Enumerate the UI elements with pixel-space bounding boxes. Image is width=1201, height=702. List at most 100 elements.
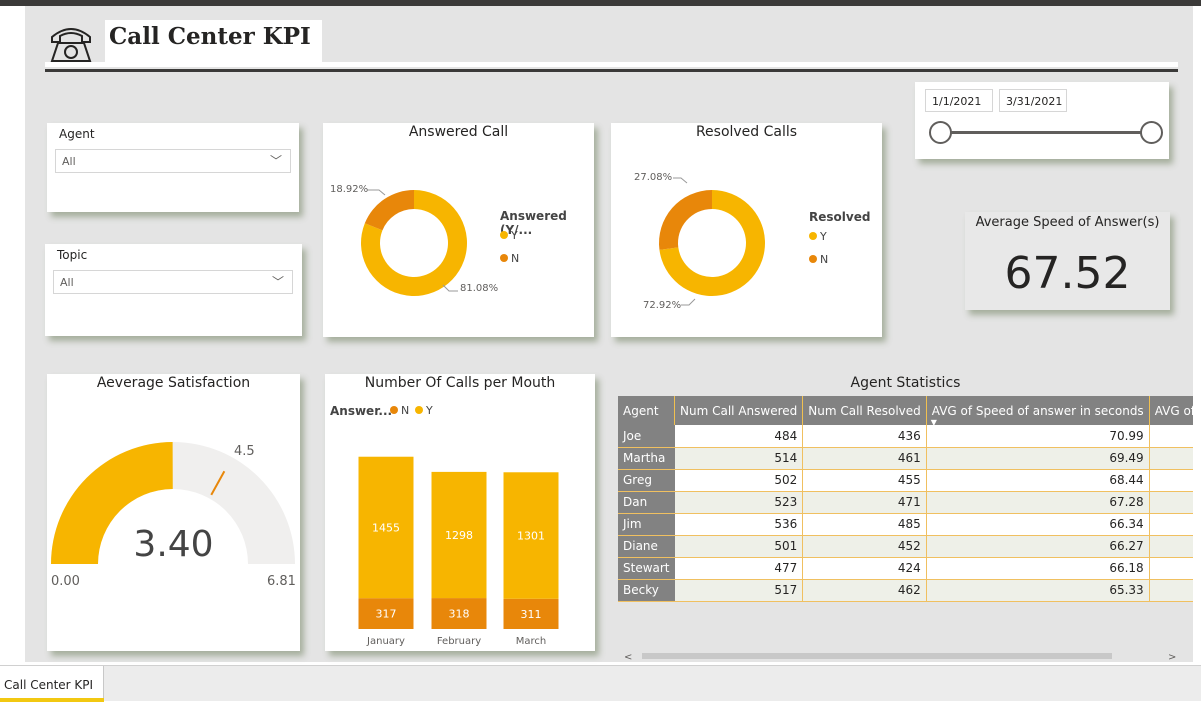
chevron-down-icon: ﹀ — [269, 154, 282, 168]
resolved-pct-y: 72.92% — [643, 300, 682, 311]
agent-dropdown[interactable]: All ﹀ — [55, 149, 291, 173]
bar-data-label-n: 317 — [376, 608, 397, 621]
table-cell: 471 — [802, 491, 927, 514]
agent-name-cell: Martha — [618, 447, 675, 470]
page-title: Call Center KPI — [109, 23, 311, 50]
table-cell: 501 — [674, 535, 804, 558]
table-cell: 517 — [674, 579, 804, 602]
header-rule-dark — [45, 69, 1178, 72]
agent-slicer-label: Agent — [59, 127, 95, 141]
agent-name-cell: Jim — [618, 513, 675, 536]
table-cell — [1149, 425, 1193, 448]
tab-call-center-kpi[interactable]: Call Center KPI — [0, 666, 104, 702]
date-slicer: 1/1/2021 3/31/2021 — [915, 82, 1169, 159]
tab-label: Call Center KPI — [4, 678, 94, 692]
column-header-satisfaction[interactable]: AVG of Satisfaction — [1149, 396, 1193, 425]
bar-data-label-y: 1298 — [445, 529, 473, 542]
table-row[interactable]: Greg 502 455 68.44 — [618, 469, 1193, 492]
answered-pct-n: 18.92% — [330, 184, 369, 195]
bar-data-label-n: 318 — [449, 608, 470, 621]
table-cell: 484 — [674, 425, 804, 448]
gauge-target-label: 4.5 — [234, 444, 255, 459]
answered-call-card: Answered Call 18.92% 81.08% Answered (Y/… — [323, 123, 594, 337]
resolved-legend-title: Resolved — [809, 210, 871, 224]
table-cell: 424 — [802, 557, 927, 580]
chevron-down-icon: ﹀ — [271, 275, 284, 289]
table-horizontal-scrollbar[interactable]: < > — [618, 650, 1185, 662]
x-tick-label: January — [366, 636, 405, 647]
agent-name-cell: Greg — [618, 469, 675, 492]
agent-slicer: Agent All ﹀ — [47, 123, 299, 212]
column-header-agent[interactable]: Agent — [618, 396, 676, 425]
speed-of-answer-card: Average Speed of Answer(s) 67.52 — [965, 212, 1170, 310]
agent-dropdown-value: All — [62, 155, 76, 168]
legend-item-n: N — [500, 252, 519, 265]
table-cell: 536 — [674, 513, 804, 536]
table-cell: 65.33 — [926, 579, 1150, 602]
column-header-resolved[interactable]: Num Call Resolved — [802, 396, 927, 425]
table-cell: 502 — [674, 469, 804, 492]
table-row[interactable]: Joe 484 436 70.99 — [618, 425, 1193, 448]
date-slider-track[interactable] — [941, 131, 1151, 134]
end-date-input[interactable]: 3/31/2021 — [999, 89, 1067, 112]
legend-item-y: Y — [809, 230, 827, 243]
table-cell: 523 — [674, 491, 804, 514]
date-slider-end-handle[interactable] — [1140, 121, 1163, 144]
scrollbar-thumb — [642, 653, 1112, 659]
table-cell — [1149, 513, 1193, 536]
table-header-row: Agent Num Call Answered Num Call Resolve… — [618, 396, 1193, 425]
topic-slicer: Topic All ﹀ — [45, 244, 302, 336]
resolved-calls-card: Resolved Calls 27.08% 72.92% Resolved Y … — [611, 123, 882, 337]
gauge-max: 6.81 — [267, 574, 296, 589]
table-cell — [1149, 491, 1193, 514]
calls-bar-chart: 1455 317 January 1298 318 February 1301 311 Marc… — [358, 456, 559, 647]
bar-data-label-y: 1455 — [372, 521, 400, 534]
topic-dropdown-value: All — [60, 276, 74, 289]
table-cell: 66.18 — [926, 557, 1150, 580]
scroll-right-icon: > — [1168, 652, 1176, 662]
table-row[interactable]: Martha 514 461 69.49 — [618, 447, 1193, 470]
speed-of-answer-title: Average Speed of Answer(s) — [975, 215, 1160, 230]
table-row[interactable]: Becky 517 462 65.33 — [618, 579, 1193, 602]
phone-icon — [50, 28, 92, 62]
leader-line — [681, 298, 696, 306]
table-cell: 436 — [802, 425, 927, 448]
answered-pct-y: 81.08% — [460, 283, 499, 294]
table-cell — [1149, 535, 1193, 558]
table-cell: 69.49 — [926, 447, 1150, 470]
table-cell: 452 — [802, 535, 927, 558]
donut-slice-n — [659, 190, 712, 250]
active-tab-indicator — [0, 698, 104, 702]
agent-stats-title: Agent Statistics — [850, 375, 961, 391]
start-date-input[interactable]: 1/1/2021 — [925, 89, 993, 112]
topic-dropdown[interactable]: All ﹀ — [53, 270, 293, 294]
gauge-value: 3.40 — [133, 524, 214, 565]
column-header-answered[interactable]: Num Call Answered — [674, 396, 804, 425]
legend-item-y: Y — [500, 229, 518, 242]
table-cell: 461 — [802, 447, 927, 470]
satisfaction-card: Aeverage Satisfaction 3.40 0.00 6.81 4.5 — [47, 374, 300, 651]
legend-item-n: N — [809, 253, 828, 266]
table-cell — [1149, 579, 1193, 602]
table-cell — [1149, 557, 1193, 580]
column-header-speed[interactable]: AVG of Speed of answer in seconds ▼ — [926, 396, 1150, 425]
table-cell: 68.44 — [926, 469, 1150, 492]
resolved-pct-n: 27.08% — [634, 172, 673, 183]
agent-name-cell: Becky — [618, 579, 675, 602]
agent-name-cell: Stewart — [618, 557, 675, 580]
table-cell: 66.34 — [926, 513, 1150, 536]
table-cell — [1149, 447, 1193, 470]
page-tab-strip: Call Center KPI — [0, 665, 1201, 702]
table-row[interactable]: Dan 523 471 67.28 — [618, 491, 1193, 514]
table-row[interactable]: Stewart 477 424 66.18 — [618, 557, 1193, 580]
gauge-min: 0.00 — [51, 574, 80, 589]
x-tick-label: March — [516, 636, 546, 647]
bar-data-label-y: 1301 — [517, 530, 545, 543]
date-slider-start-handle[interactable] — [929, 121, 952, 144]
donut-slice-n — [364, 190, 414, 231]
topic-slicer-label: Topic — [57, 248, 88, 262]
scroll-left-icon: < — [624, 652, 632, 662]
table-cell: 66.27 — [926, 535, 1150, 558]
table-row[interactable]: Diane 501 452 66.27 — [618, 535, 1193, 558]
table-row[interactable]: Jim 536 485 66.34 — [618, 513, 1193, 536]
